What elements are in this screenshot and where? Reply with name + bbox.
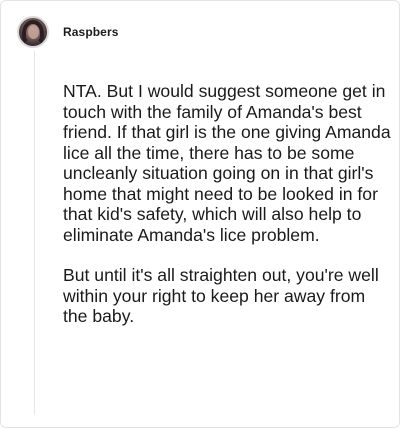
- avatar-face: [28, 25, 39, 39]
- comment-paragraph-1: NTA. But I would suggest someone get in …: [63, 81, 396, 245]
- comment-card: Raspbers NTA. But I would suggest someon…: [0, 0, 400, 428]
- comment-paragraph-2: But until it's all straighten out, you'r…: [63, 265, 384, 326]
- avatar[interactable]: [17, 16, 49, 48]
- thread-line[interactable]: [34, 51, 35, 415]
- comment-header: Raspbers: [17, 16, 119, 48]
- comment-body: NTA. But I would suggest someone get in …: [63, 81, 393, 327]
- username[interactable]: Raspbers: [63, 25, 119, 39]
